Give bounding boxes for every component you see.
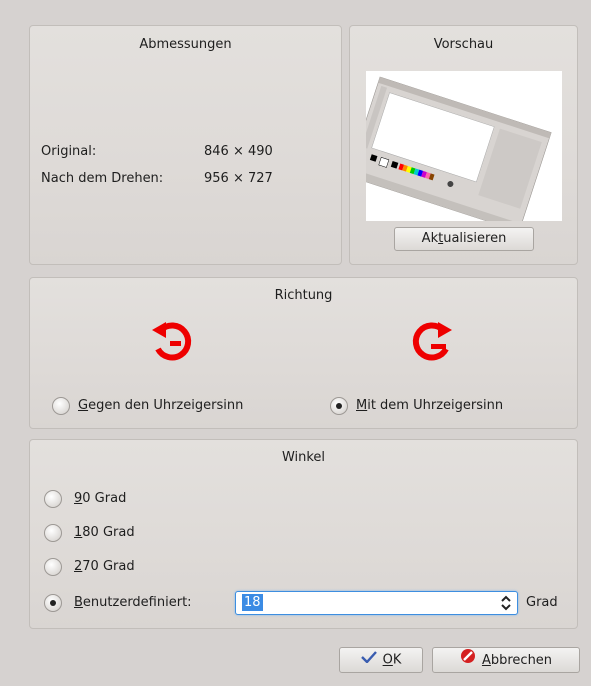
rotate-ccw-icon[interactable]: [148, 320, 198, 366]
cw-radio[interactable]: [330, 397, 348, 415]
angle-180-label: 180 Grad: [74, 525, 135, 540]
ccw-rest: egen den Uhrzeigersinn: [88, 398, 244, 413]
angle-custom-accel: B: [74, 595, 83, 610]
angle-90-label: 90 Grad: [74, 491, 126, 506]
rotate-cw-icon[interactable]: [406, 320, 456, 366]
angle-option-180[interactable]: 180 Grad: [44, 523, 194, 543]
angle-270-rest: 70 Grad: [82, 559, 135, 574]
angle-group: Winkel 90 Grad 180 Grad 270 Grad Benutze…: [29, 439, 578, 629]
angle-title: Winkel: [281, 450, 326, 465]
preview-title: Vorschau: [433, 37, 494, 52]
direction-title: Richtung: [274, 288, 333, 303]
angle-option-90[interactable]: 90 Grad: [44, 489, 194, 509]
ccw-accel: G: [78, 398, 89, 413]
angle-custom-label: Benutzerdefiniert:: [74, 595, 192, 610]
cancel-icon: [460, 648, 476, 673]
dimensions-title: Abmessungen: [139, 37, 232, 52]
custom-angle-spinbox[interactable]: 18: [235, 591, 518, 615]
preview-image: [366, 71, 562, 221]
ok-check-icon: [360, 648, 377, 672]
angle-270-label: 270 Grad: [74, 559, 135, 574]
cancel-button[interactable]: Abbrechen: [432, 647, 580, 673]
ok-button[interactable]: OK: [339, 647, 423, 673]
ccw-radio[interactable]: [52, 397, 70, 415]
angle-270-radio[interactable]: [44, 558, 62, 576]
angle-option-270[interactable]: 270 Grad: [44, 557, 194, 577]
rotated-label: Nach dem Drehen:: [41, 171, 164, 186]
ccw-option[interactable]: Gegen den Uhrzeigersinn: [52, 396, 302, 416]
original-value: 846 × 490: [204, 144, 273, 159]
angle-90-rest: 0 Grad: [82, 491, 127, 506]
refresh-suffix: ualisieren: [443, 231, 507, 246]
direction-group: Richtung Gegen den Uhrzeigersinn Mit dem…: [29, 277, 578, 429]
angle-180-radio[interactable]: [44, 524, 62, 542]
cw-option[interactable]: Mit dem Uhrzeigersinn: [330, 396, 560, 416]
ok-accel: O: [382, 652, 393, 668]
rotated-value: 956 × 727: [204, 171, 273, 186]
angle-unit-label: Grad: [526, 595, 558, 610]
angle-option-custom[interactable]: Benutzerdefiniert:: [44, 593, 234, 613]
cw-label: Mit dem Uhrzeigersinn: [356, 398, 503, 413]
original-label: Original:: [41, 144, 97, 159]
preview-group: Vorschau Aktualisieren: [349, 25, 578, 265]
cw-rest: it dem Uhrzeigersinn: [367, 398, 504, 413]
refresh-button[interactable]: Aktualisieren: [394, 227, 534, 251]
dimensions-group: Abmessungen Original: 846 × 490 Nach dem…: [29, 25, 342, 265]
ccw-label: Gegen den Uhrzeigersinn: [78, 398, 243, 413]
angle-custom-radio[interactable]: [44, 594, 62, 612]
angle-90-radio[interactable]: [44, 490, 62, 508]
cw-accel: M: [356, 398, 368, 413]
ok-rest: K: [392, 652, 402, 668]
refresh-prefix: Ak: [421, 231, 439, 246]
custom-angle-value[interactable]: 18: [242, 594, 263, 611]
angle-custom-rest: enutzerdefiniert:: [82, 595, 192, 610]
angle-180-rest: 80 Grad: [82, 525, 135, 540]
spin-arrows-icon[interactable]: [500, 595, 512, 611]
cancel-accel: A: [481, 653, 491, 668]
cancel-rest: bbrechen: [490, 653, 553, 668]
